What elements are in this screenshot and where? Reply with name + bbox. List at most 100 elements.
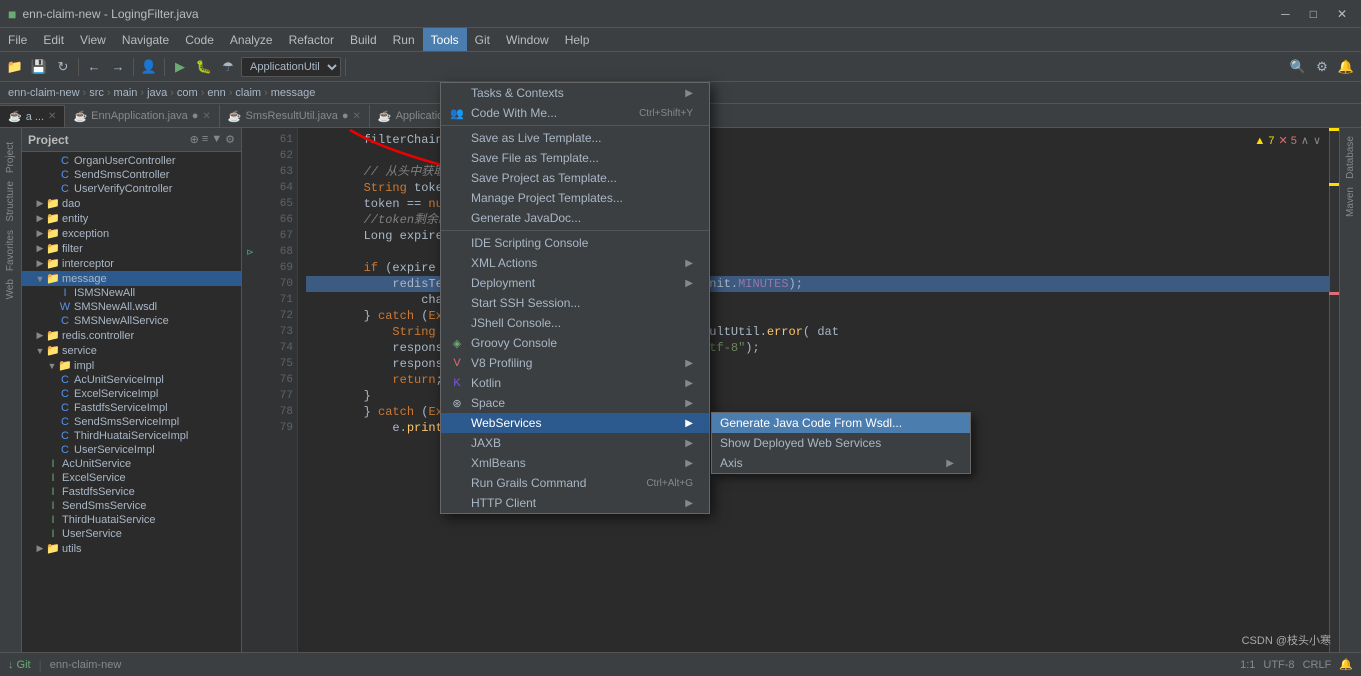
breadcrumb-com[interactable]: com xyxy=(177,87,198,99)
status-notifications[interactable]: 🔔 xyxy=(1339,658,1353,671)
toolbar-forward-btn[interactable]: → xyxy=(107,56,129,78)
locate-icon[interactable]: ⊕ xyxy=(190,133,199,146)
tab-close-btn[interactable]: ✕ xyxy=(48,111,56,122)
tree-item-fastdfs-service[interactable]: I FastdfsService xyxy=(22,485,241,499)
tree-item-send-sms-service[interactable]: I SendSmsService xyxy=(22,499,241,513)
menu-space[interactable]: ⊛ Space ▶ xyxy=(441,393,709,413)
tree-item-dao[interactable]: ▶ 📁 dao xyxy=(22,196,241,211)
tree-item-interceptor[interactable]: ▶ 📁 interceptor xyxy=(22,256,241,271)
favorites-side-label[interactable]: Favorites xyxy=(3,226,18,275)
toolbar-run-icon[interactable]: ▶ xyxy=(169,56,191,78)
tree-item-exception[interactable]: ▶ 📁 exception xyxy=(22,226,241,241)
tree-item-third-huatai-service[interactable]: I ThirdHuataiService xyxy=(22,513,241,527)
breadcrumb-main[interactable]: main xyxy=(114,87,138,99)
menu-jaxb[interactable]: JAXB ▶ xyxy=(441,433,709,453)
menu-file[interactable]: File xyxy=(0,28,35,51)
menu-jshell-console[interactable]: JShell Console... xyxy=(441,313,709,333)
project-tree[interactable]: C OrganUserController C SendSmsControlle… xyxy=(22,152,241,676)
title-bar-controls[interactable]: ─ □ ✕ xyxy=(1275,7,1353,21)
breadcrumb-enn[interactable]: enn xyxy=(207,87,225,99)
menu-save-live-template[interactable]: Save as Live Template... xyxy=(441,128,709,148)
menu-v8-profiling[interactable]: V V8 Profiling ▶ xyxy=(441,353,709,373)
toolbar-refresh-btn[interactable]: ↻ xyxy=(52,56,74,78)
menu-view[interactable]: View xyxy=(72,28,114,51)
toolbar-settings-btn[interactable]: ⚙ xyxy=(1311,56,1333,78)
settings-icon[interactable]: ⚙ xyxy=(225,133,235,146)
toolbar-open-btn[interactable]: 📁 xyxy=(4,56,26,78)
tree-item-impl[interactable]: ▼ 📁 impl xyxy=(22,358,241,373)
tree-item-ac-unit-impl[interactable]: C AcUnitServiceImpl xyxy=(22,373,241,387)
tree-item-isms-new-all[interactable]: I ISMSNewAll xyxy=(22,286,241,300)
tree-item-filter[interactable]: ▶ 📁 filter xyxy=(22,241,241,256)
menu-run[interactable]: Run xyxy=(385,28,423,51)
tree-item-send-sms-impl[interactable]: C SendSmsServiceImpl xyxy=(22,415,241,429)
menu-build[interactable]: Build xyxy=(342,28,385,51)
menu-edit[interactable]: Edit xyxy=(35,28,72,51)
menu-save-project-template[interactable]: Save Project as Template... xyxy=(441,168,709,188)
breadcrumb-java[interactable]: java xyxy=(147,87,167,99)
menu-window[interactable]: Window xyxy=(498,28,557,51)
menu-help[interactable]: Help xyxy=(557,28,598,51)
breadcrumb-claim[interactable]: claim xyxy=(235,87,261,99)
menu-start-ssh[interactable]: Start SSH Session... xyxy=(441,293,709,313)
toolbar-user-btn[interactable]: 👤 xyxy=(138,56,160,78)
collapse-btn[interactable]: ∨ xyxy=(1313,134,1321,147)
tree-item-utils[interactable]: ▶ 📁 utils xyxy=(22,541,241,556)
status-line-sep[interactable]: CRLF xyxy=(1303,659,1332,671)
menu-xmlbeans[interactable]: XmlBeans ▶ xyxy=(441,453,709,473)
menu-xml-actions[interactable]: XML Actions ▶ xyxy=(441,253,709,273)
menu-save-file-template[interactable]: Save File as Template... xyxy=(441,148,709,168)
breadcrumb-message[interactable]: message xyxy=(271,87,316,99)
filter-icon[interactable]: ▼ xyxy=(211,133,222,146)
menu-code[interactable]: Code xyxy=(177,28,222,51)
menu-code-with-me[interactable]: 👥 Code With Me... Ctrl+Shift+Y xyxy=(441,103,709,123)
collapse-icon[interactable]: ≡ xyxy=(202,133,208,146)
menu-manage-templates[interactable]: Manage Project Templates... xyxy=(441,188,709,208)
tree-item-third-huatai-impl[interactable]: C ThirdHuataiServiceImpl xyxy=(22,429,241,443)
submenu-generate-java-code[interactable]: Generate Java Code From Wsdl... xyxy=(712,413,970,433)
tab-enn-application[interactable]: ☕ EnnApplication.java ● ✕ xyxy=(65,105,219,127)
menu-tools[interactable]: Tools xyxy=(423,28,467,51)
submenu-axis[interactable]: Axis ▶ xyxy=(712,453,970,473)
tree-item-redis-controller[interactable]: ▶ 📁 redis.controller xyxy=(22,328,241,343)
run-config-dropdown[interactable]: ApplicationUtil xyxy=(241,57,341,77)
toolbar-search-btn[interactable]: 🔍 xyxy=(1287,56,1309,78)
submenu-show-deployed[interactable]: Show Deployed Web Services xyxy=(712,433,970,453)
structure-side-label[interactable]: Structure xyxy=(3,177,18,226)
menu-navigate[interactable]: Navigate xyxy=(114,28,177,51)
tree-item-user-verify-controller[interactable]: C UserVerifyController xyxy=(22,182,241,196)
database-side-label[interactable]: Database xyxy=(1343,132,1358,183)
maven-side-label[interactable]: Maven xyxy=(1343,183,1358,221)
tab-close-btn[interactable]: ✕ xyxy=(202,111,210,122)
toolbar-back-btn[interactable]: ← xyxy=(83,56,105,78)
tree-item-fastdfs-impl[interactable]: C FastdfsServiceImpl xyxy=(22,401,241,415)
tree-item-entity[interactable]: ▶ 📁 entity xyxy=(22,211,241,226)
toolbar-debug-icon[interactable]: 🐛 xyxy=(193,56,215,78)
menu-deployment[interactable]: Deployment ▶ xyxy=(441,273,709,293)
tree-item-service[interactable]: ▼ 📁 service xyxy=(22,343,241,358)
menu-kotlin[interactable]: K Kotlin ▶ xyxy=(441,373,709,393)
menu-tasks-contexts[interactable]: Tasks & Contexts ▶ xyxy=(441,83,709,103)
breadcrumb-src[interactable]: src xyxy=(89,87,104,99)
tab-active[interactable]: ☕ a ... ✕ xyxy=(0,105,65,127)
menu-analyze[interactable]: Analyze xyxy=(222,28,281,51)
editor-area[interactable]: ⊳ 61 62 63 64 65 66 67 xyxy=(242,128,1339,676)
tree-item-user-service-impl[interactable]: C UserServiceImpl xyxy=(22,443,241,457)
tree-item-message[interactable]: ▼ 📁 message xyxy=(22,271,241,286)
menu-ide-scripting[interactable]: IDE Scripting Console xyxy=(441,233,709,253)
menu-http-client[interactable]: HTTP Client ▶ xyxy=(441,493,709,513)
status-git[interactable]: ↓ Git xyxy=(8,659,31,671)
web-side-label[interactable]: Web xyxy=(3,275,18,303)
breadcrumb-root[interactable]: enn-claim-new xyxy=(8,87,80,99)
menu-run-grails[interactable]: Run Grails Command Ctrl+Alt+G xyxy=(441,473,709,493)
menu-generate-javadoc[interactable]: Generate JavaDoc... xyxy=(441,208,709,228)
tree-item-excel-service[interactable]: I ExcelService xyxy=(22,471,241,485)
minimize-button[interactable]: ─ xyxy=(1275,7,1296,21)
tree-item-user-service[interactable]: I UserService xyxy=(22,527,241,541)
tree-item-sms-new-all-wsdl[interactable]: W SMSNewAll.wsdl xyxy=(22,300,241,314)
toolbar-save-btn[interactable]: 💾 xyxy=(28,56,50,78)
status-encoding[interactable]: UTF-8 xyxy=(1263,659,1294,671)
maximize-button[interactable]: □ xyxy=(1304,7,1323,21)
tree-item-ac-unit-service[interactable]: I AcUnitService xyxy=(22,457,241,471)
menu-git[interactable]: Git xyxy=(467,28,498,51)
